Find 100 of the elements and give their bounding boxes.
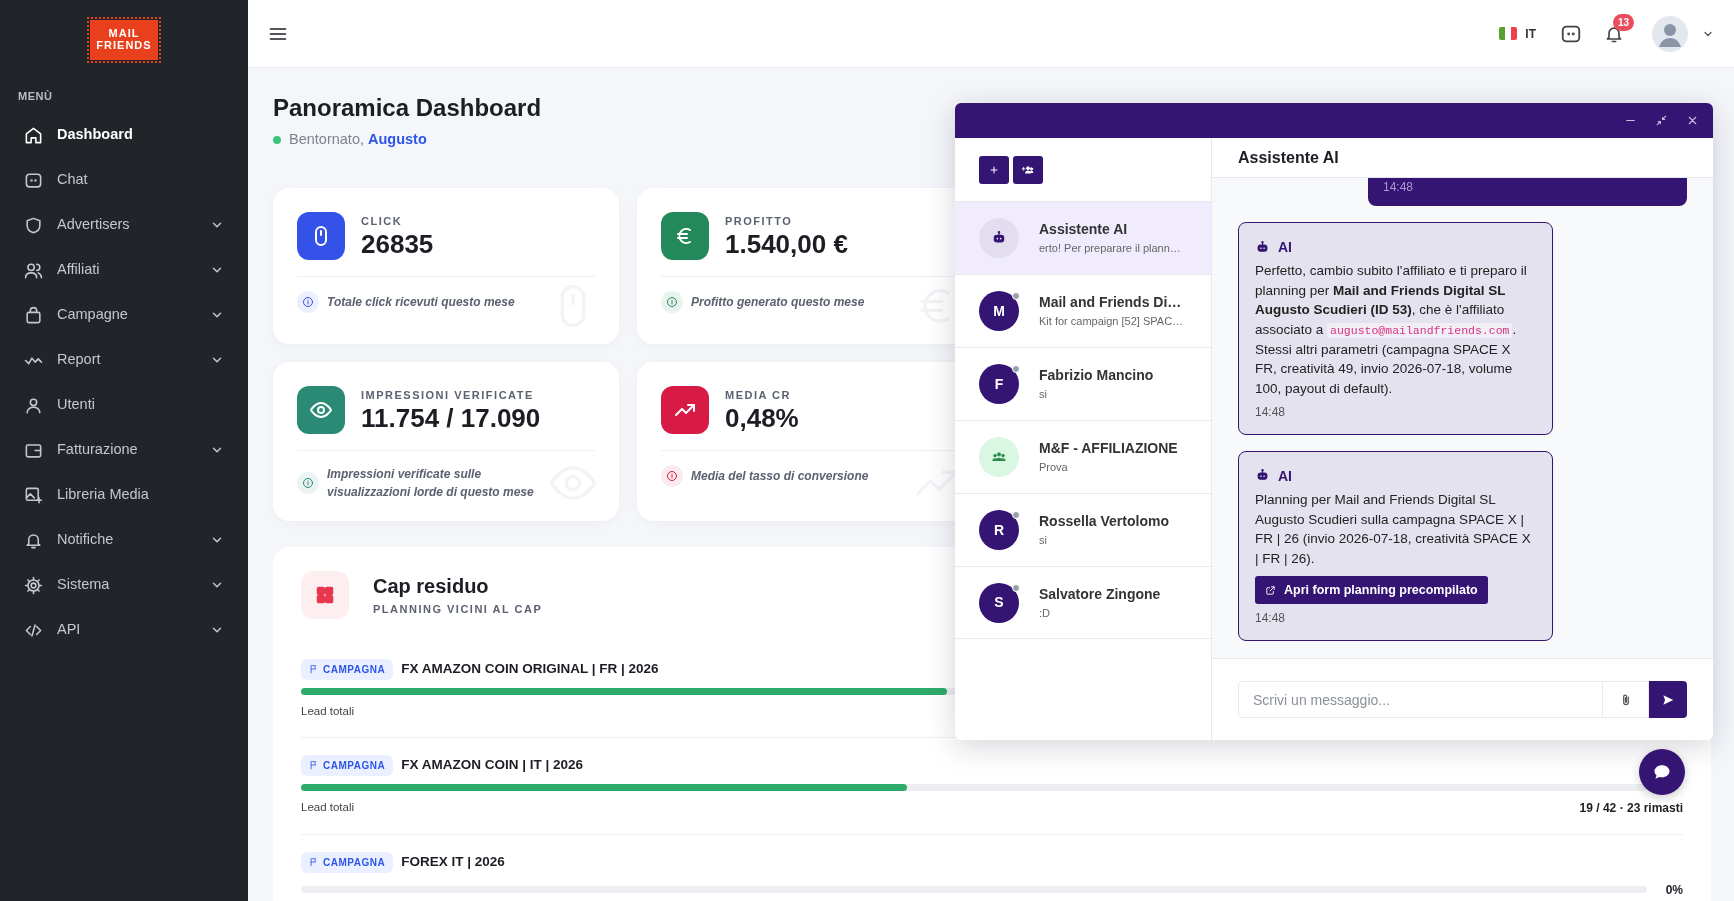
- language-code: IT: [1525, 25, 1536, 43]
- sidebar-item[interactable]: Sistema: [0, 562, 248, 608]
- compress-icon[interactable]: [1655, 114, 1668, 127]
- user-icon: [24, 395, 43, 415]
- stat-note: Totale click ricevuti questo mese: [327, 293, 515, 311]
- message-preview: Prova: [1039, 460, 1069, 476]
- section-label: MENÙ: [17, 89, 54, 104]
- campaign-tag: CAMPAGNA: [301, 754, 394, 776]
- stat-label: PROFITTO: [725, 214, 794, 229]
- stat-note: Profitto generato questo mese: [691, 293, 865, 311]
- campaign-tag: CAMPAGNA: [301, 851, 394, 873]
- sidebar-item[interactable]: Fatturazione: [0, 427, 248, 473]
- logo-text: FRIENDS: [96, 40, 152, 52]
- users-icon: [24, 260, 43, 280]
- sidebar-item[interactable]: Utenti: [0, 382, 248, 428]
- card-subtitle: PLANNING VICINI AL CAP: [373, 602, 543, 618]
- contact-item[interactable]: M&F - AFFILIAZIONE Prova: [955, 420, 1211, 493]
- close-icon[interactable]: [1686, 114, 1699, 127]
- message-time: 14:48: [1255, 404, 1287, 422]
- action-button[interactable]: Apri form planning precompilato: [1255, 576, 1488, 605]
- menu-label: Fatturazione: [57, 440, 139, 460]
- avatar: M: [979, 291, 1019, 331]
- menu-label: Notifiche: [57, 530, 115, 550]
- user-name: Augusto: [368, 129, 427, 149]
- contact-item[interactable]: F Fabrizio Mancino si: [955, 347, 1211, 420]
- greeting-text: Bentornato,: [289, 129, 364, 149]
- home-icon: [24, 125, 43, 145]
- avatar: R: [979, 510, 1019, 550]
- message-text: Perfetto, cambio subito l'affiliato e ti preparo il planning per Mail and Friends Digital SL Augusto Scudieri (ID 53), che è l'affiliato associato a augusto@mailandfriends.com . Stessi altri parametri (campagna SPACE X FR, creatività 49, invio 2026-07-18, volume 100, payout di default).: [1255, 262, 1528, 398]
- info-icon: [302, 476, 314, 489]
- sidebar-item[interactable]: Affiliati: [0, 247, 248, 293]
- sidebar-item[interactable]: Dashboard: [0, 112, 248, 158]
- sidebar-item[interactable]: Chat: [0, 157, 248, 203]
- menu-label: Chat: [57, 170, 89, 190]
- campaign-name: FOREX IT | 2026: [401, 853, 505, 872]
- lead-label: Lead totali: [301, 799, 355, 815]
- avatar: F: [979, 364, 1019, 404]
- contact-name: Assistente AI: [1039, 220, 1129, 240]
- sender-name: AI: [1278, 238, 1292, 257]
- stat-value: 26835: [361, 229, 434, 259]
- contact-item[interactable]: Assistente AI erto! Per preparare il plann…: [955, 201, 1211, 274]
- menu-label: Advertisers: [57, 215, 131, 235]
- chat-title: Assistente AI: [1212, 138, 1713, 178]
- stat-value: 0,48%: [725, 403, 799, 433]
- message-preview: Kit for campaign [52] SPAC…: [1039, 314, 1184, 330]
- campaign-name: FX AMAZON COIN ORIGINAL | FR | 2026: [401, 659, 659, 678]
- message-preview: :D: [1039, 605, 1051, 621]
- bag-icon: [24, 305, 43, 325]
- page-title: Panoramica Dashboard: [273, 94, 542, 123]
- stat-value: 1.540,00 €: [725, 229, 848, 259]
- stat-note: Media del tasso di conversione: [691, 467, 869, 485]
- menu-label: Libreria Media: [57, 485, 150, 505]
- shield-icon: [24, 215, 43, 235]
- menu-label: API: [57, 620, 82, 640]
- menu-label: Dashboard: [57, 125, 134, 145]
- sidebar-item[interactable]: Campagne: [0, 292, 248, 338]
- bell-icon[interactable]: [1604, 24, 1624, 45]
- contact-item[interactable]: S Salvatore Zingone :D: [955, 566, 1211, 639]
- language-selector[interactable]: IT: [1499, 24, 1536, 43]
- robot-icon: [991, 230, 1007, 246]
- avatar: S: [979, 582, 1019, 623]
- sidebar-item[interactable]: Advertisers: [0, 202, 248, 248]
- message-preview: erto! Per preparare il plann…: [1039, 241, 1181, 257]
- contact-item[interactable]: M Mail and Friends Di… Kit for campaign [52] SPAC…: [955, 274, 1211, 347]
- stat-label: CLICK: [361, 214, 404, 229]
- campaign-tag: CAMPAGNA: [301, 658, 394, 680]
- chat-bubble-icon[interactable]: [1652, 762, 1672, 782]
- contact-name: Mail and Friends Di…: [1039, 293, 1183, 313]
- menu-label: Affiliati: [57, 260, 101, 280]
- message-preview: si: [1039, 387, 1048, 403]
- percent-text: 0%: [1664, 881, 1683, 899]
- info-icon: [666, 295, 678, 308]
- sidebar-item[interactable]: API: [0, 607, 248, 653]
- info-icon: [302, 295, 314, 308]
- external-link-icon: [1265, 584, 1276, 596]
- status-dot: [273, 135, 281, 144]
- message-text: Planning per Mail and Friends Digital SL Augusto Scudieri sulla campagna SPACE X | FR | 26 (invio 2026-07-18, creatività SPACE X | FR | 26).: [1255, 491, 1532, 568]
- menu-label: Report: [57, 350, 102, 370]
- sidebar-item[interactable]: Notifiche: [0, 517, 248, 563]
- contact-name: M&F - AFFILIAZIONE: [1039, 439, 1178, 459]
- card-title: Cap residuo: [373, 574, 490, 600]
- sidebar-item[interactable]: Libreria Media: [0, 472, 248, 518]
- message-input[interactable]: Scrivi un messaggio...: [1238, 681, 1603, 718]
- stat-value: 11.754 / 17.090: [361, 403, 541, 433]
- contact-name: Rossella Vertolomo: [1039, 512, 1169, 532]
- stat-label: IMPRESSIONI VERIFICATE: [361, 388, 535, 403]
- menu-label: Sistema: [57, 575, 111, 595]
- send-icon[interactable]: [1661, 692, 1675, 707]
- lead-label: Lead totali: [301, 703, 355, 719]
- robot-icon: [1255, 239, 1270, 255]
- sidebar-item[interactable]: Report: [0, 337, 248, 383]
- settings-icon: [24, 575, 43, 595]
- message-time: 14:48: [1383, 179, 1414, 196]
- contact-name: Fabrizio Mancino: [1039, 366, 1154, 386]
- contact-name: Salvatore Zingone: [1039, 584, 1161, 604]
- stat-note: Impressioni verificate sulle visualizzazioni lorde di questo mese: [327, 465, 535, 501]
- contact-item[interactable]: R Rossella Vertolomo si: [955, 493, 1211, 566]
- info-icon: [666, 469, 678, 482]
- avatar[interactable]: [1652, 15, 1688, 52]
- campaign-name: FX AMAZON COIN | IT | 2026: [401, 756, 583, 775]
